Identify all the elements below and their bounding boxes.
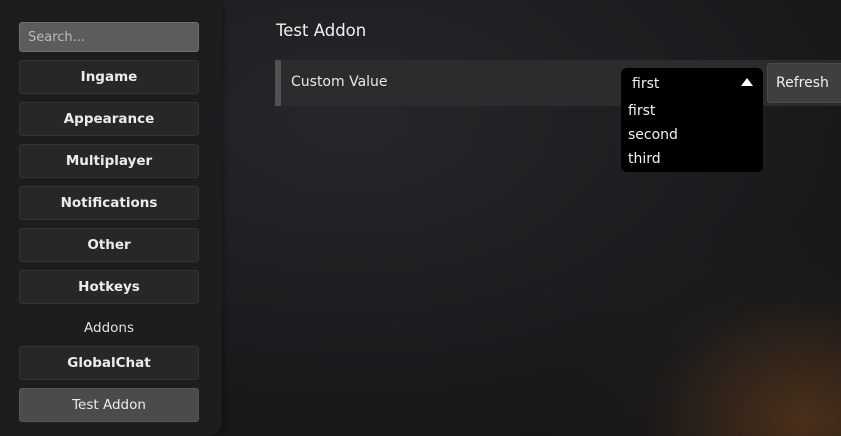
page-title: Test Addon bbox=[276, 21, 367, 40]
setting-label: Custom Value bbox=[291, 74, 388, 90]
sidebar-item-ingame[interactable]: Ingame bbox=[19, 60, 199, 94]
sidebar-item-test-addon[interactable]: Test Addon bbox=[19, 388, 199, 422]
dropdown-option[interactable]: second bbox=[628, 127, 756, 143]
search-input[interactable] bbox=[19, 22, 199, 52]
sidebar: Ingame Appearance Multiplayer Notificati… bbox=[0, 0, 222, 436]
sidebar-item-globalchat[interactable]: GlobalChat bbox=[19, 346, 199, 380]
caret-up-icon[interactable] bbox=[741, 78, 753, 86]
sidebar-item-appearance[interactable]: Appearance bbox=[19, 102, 199, 136]
sidebar-item-hotkeys[interactable]: Hotkeys bbox=[19, 270, 199, 304]
custom-value-dropdown[interactable]: first first second third bbox=[621, 68, 763, 172]
sidebar-item-multiplayer[interactable]: Multiplayer bbox=[19, 144, 199, 178]
addons-heading: Addons bbox=[84, 320, 134, 336]
dropdown-option[interactable]: first bbox=[628, 103, 756, 119]
sidebar-item-other[interactable]: Other bbox=[19, 228, 199, 262]
dropdown-selected-value[interactable]: first bbox=[632, 76, 659, 92]
refresh-button[interactable]: Refresh bbox=[767, 63, 841, 103]
sidebar-item-notifications[interactable]: Notifications bbox=[19, 186, 199, 220]
dropdown-option[interactable]: third bbox=[628, 151, 756, 167]
